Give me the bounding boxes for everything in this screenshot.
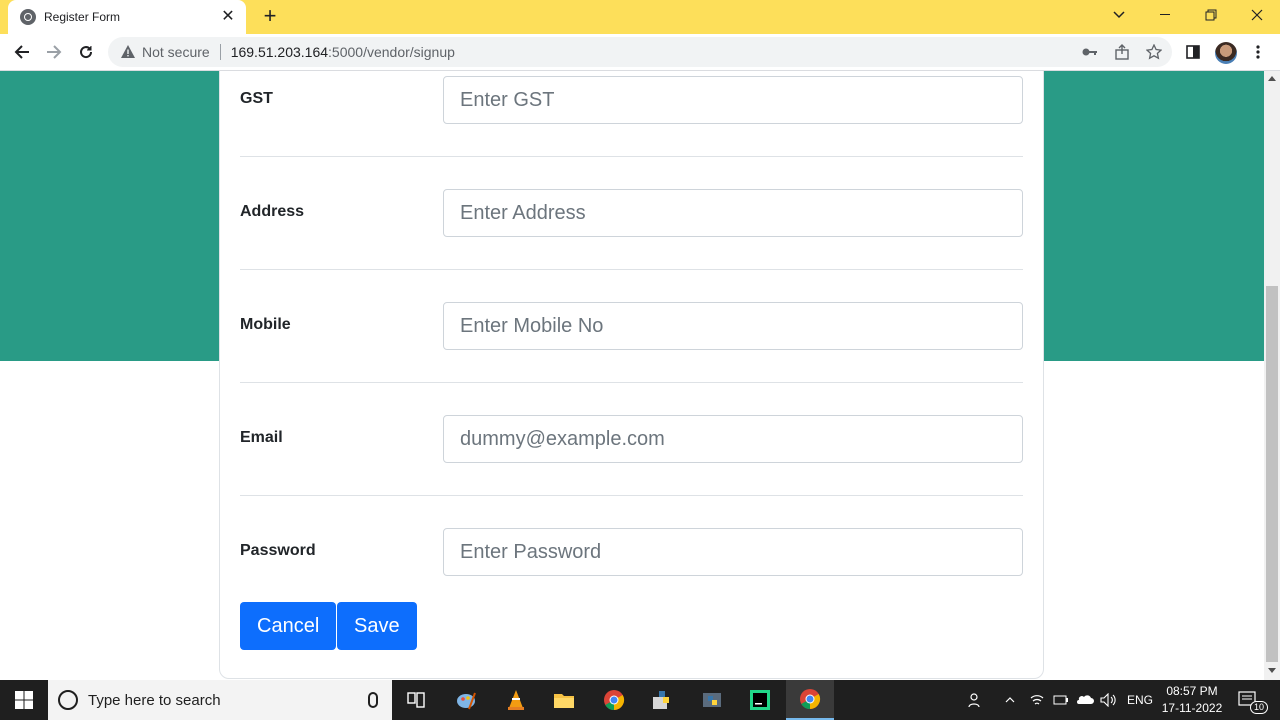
battery-icon[interactable]: [1053, 680, 1069, 720]
browser-titlebar: Register Form ✕ +: [0, 0, 1280, 34]
python-installer-icon[interactable]: [646, 684, 678, 716]
form-row-address: Address: [240, 175, 1023, 288]
mobile-input[interactable]: [443, 302, 1023, 350]
url-host: 169.51.203.164: [230, 44, 329, 60]
bookmark-star-icon[interactable]: [1144, 42, 1164, 62]
clock-date: 17-11-2022: [1161, 701, 1223, 715]
password-input[interactable]: [443, 528, 1023, 576]
chrome-icon[interactable]: [598, 684, 630, 716]
cancel-button[interactable]: Cancel: [240, 602, 337, 650]
divider: [240, 382, 1023, 383]
minimize-button[interactable]: [1142, 0, 1188, 30]
profile-avatar[interactable]: [1215, 42, 1237, 64]
windows-taskbar: Type here to search ENG 08:57 PM 17-11-2…: [0, 680, 1280, 720]
menu-kebab-icon[interactable]: [1248, 42, 1268, 62]
password-label: Password: [240, 542, 316, 559]
forward-button[interactable]: [42, 40, 66, 64]
windows-start-button[interactable]: [0, 680, 48, 720]
address-input[interactable]: [443, 189, 1023, 237]
key-icon[interactable]: [1080, 42, 1100, 62]
microphone-icon[interactable]: [368, 692, 378, 708]
notification-count-badge: 10: [1250, 701, 1269, 714]
email-input[interactable]: [443, 415, 1023, 463]
tab-title: Register Form: [44, 10, 121, 24]
onedrive-icon[interactable]: [1076, 680, 1094, 720]
browser-tab[interactable]: Register Form ✕: [8, 0, 246, 34]
url-path: :5000/vendor/signup: [328, 44, 455, 60]
tab-search-chevron-icon[interactable]: [1096, 0, 1142, 30]
pycharm-icon[interactable]: [744, 684, 776, 716]
divider: [240, 495, 1023, 496]
paint-app-icon[interactable]: [450, 684, 482, 716]
divider: [240, 269, 1023, 270]
taskbar-search-placeholder: Type here to search: [88, 691, 221, 709]
chrome-active-icon[interactable]: [786, 680, 834, 720]
vlc-icon[interactable]: [500, 684, 532, 716]
taskbar-clock[interactable]: 08:57 PM 17-11-2022: [1160, 683, 1224, 717]
form-row-gst: GST: [240, 71, 1023, 175]
cortana-icon: [58, 690, 78, 710]
restore-button[interactable]: [1188, 0, 1234, 30]
notification-center-icon[interactable]: 10: [1238, 680, 1269, 720]
share-icon[interactable]: [1112, 42, 1132, 62]
people-icon[interactable]: [968, 680, 988, 720]
windows-logo-icon: [15, 691, 33, 709]
close-window-button[interactable]: [1234, 0, 1280, 30]
page-scrollbar[interactable]: [1264, 71, 1280, 680]
form-row-email: Email: [240, 401, 1023, 514]
omnibox-separator: [219, 44, 221, 60]
mobile-label: Mobile: [240, 316, 291, 333]
not-secure-label[interactable]: Not secure: [142, 44, 210, 60]
task-view-icon[interactable]: [400, 684, 432, 716]
taskbar-search[interactable]: Type here to search: [48, 680, 392, 720]
globe-icon: [20, 9, 36, 25]
save-button[interactable]: Save: [337, 602, 417, 650]
address-bar[interactable]: Not secure 169.51.203.164 :5000/vendor/s…: [108, 37, 1172, 67]
tray-chevron-up-icon[interactable]: [1005, 680, 1019, 720]
scrollbar-thumb[interactable]: [1266, 286, 1278, 662]
warning-icon[interactable]: [120, 44, 136, 60]
python-idle-icon[interactable]: [696, 684, 728, 716]
file-explorer-icon[interactable]: [548, 684, 580, 716]
language-indicator[interactable]: ENG: [1127, 680, 1153, 720]
volume-icon[interactable]: [1100, 680, 1116, 720]
gst-input[interactable]: [443, 76, 1023, 124]
back-button[interactable]: [10, 40, 34, 64]
tab-close-button[interactable]: ✕: [220, 9, 236, 25]
side-panel-icon[interactable]: [1183, 42, 1203, 62]
address-label: Address: [240, 203, 305, 220]
page-viewport: GST Address Mobile Email Password Cancel…: [0, 71, 1264, 680]
reload-button[interactable]: [74, 40, 98, 64]
form-row-mobile: Mobile: [240, 288, 1023, 401]
scroll-up-arrow-icon[interactable]: [1268, 76, 1276, 81]
browser-toolbar: Not secure 169.51.203.164 :5000/vendor/s…: [0, 34, 1280, 71]
wifi-icon[interactable]: [1030, 680, 1046, 720]
email-label: Email: [240, 429, 283, 446]
divider: [240, 156, 1023, 157]
scroll-down-arrow-icon[interactable]: [1268, 668, 1276, 673]
clock-time: 08:57 PM: [1166, 684, 1218, 698]
signup-card: GST Address Mobile Email Password Cancel…: [219, 71, 1044, 679]
new-tab-button[interactable]: +: [258, 5, 282, 28]
gst-label: GST: [240, 90, 273, 107]
